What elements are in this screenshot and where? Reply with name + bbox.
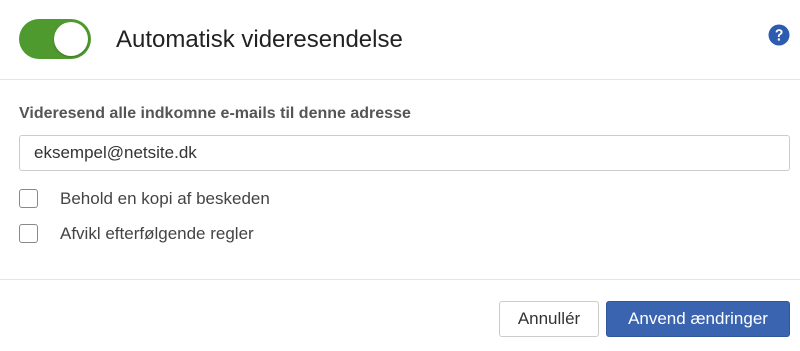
keep-copy-label: Behold en kopi af beskeden: [60, 189, 270, 208]
dialog-title: Automatisk videresendelse: [116, 26, 403, 53]
question-circle-icon[interactable]: [768, 24, 790, 46]
auto-forward-dialog: Automatisk videresendelse Videresend all…: [0, 0, 800, 351]
forward-email-input[interactable]: [19, 135, 790, 171]
toggle-knob: [54, 22, 88, 56]
dialog-header: Automatisk videresendelse: [0, 0, 800, 80]
apply-changes-button[interactable]: Anvend ændringer: [606, 301, 790, 337]
footer-divider: [0, 279, 800, 280]
cancel-button[interactable]: Annullér: [499, 301, 599, 337]
run-subsequent-rules-checkbox[interactable]: [19, 224, 38, 243]
keep-copy-checkbox[interactable]: [19, 189, 38, 208]
run-subsequent-rules-label: Afvikl efterfølgende regler: [60, 224, 254, 243]
forward-address-label: Videresend alle indkomne e-mails til den…: [19, 105, 411, 122]
auto-forward-toggle[interactable]: [19, 19, 91, 59]
